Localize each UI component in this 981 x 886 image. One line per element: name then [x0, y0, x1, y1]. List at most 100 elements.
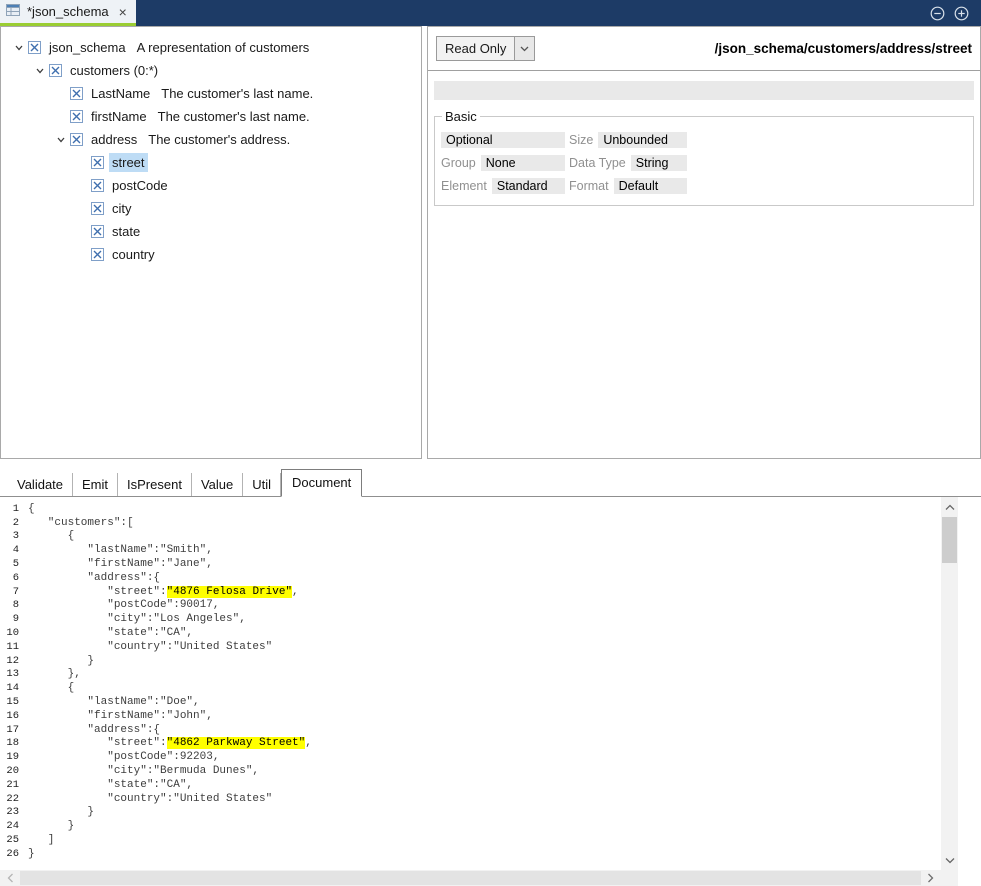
line-number: 2 [0, 517, 28, 529]
tab-document[interactable]: Document [281, 469, 362, 497]
tree-item-country[interactable]: country [1, 243, 421, 266]
code-line-19: 19 "postCode":92203, [0, 750, 941, 764]
basic-properties-group: Basic OptionalSizeUnboundedGroupNoneData… [434, 109, 974, 206]
code-text: "country":"United States" [28, 793, 272, 805]
tree-item-label: postCode [109, 176, 171, 195]
element-icon [91, 179, 104, 192]
scroll-left-icon[interactable] [2, 870, 19, 886]
scroll-right-icon[interactable] [922, 870, 939, 886]
field-label: Data Type [569, 156, 626, 170]
tree-item-label: LastName [88, 84, 153, 103]
field-value: Standard [492, 178, 565, 194]
code-text: { [28, 682, 74, 694]
tree-item-label: street [109, 153, 148, 172]
bottom-tab-bar: ValidateEmitIsPresentValueUtilDocument [0, 460, 981, 497]
element-icon [91, 202, 104, 215]
line-number: 21 [0, 779, 28, 791]
code-text: "firstName":"John", [28, 710, 213, 722]
field-optional: Optional [441, 131, 565, 148]
tab-validate[interactable]: Validate [8, 473, 73, 496]
code-line-14: 14 { [0, 681, 941, 695]
field-label: Group [441, 156, 476, 170]
tree-item-description: The customer's address. [148, 132, 290, 147]
document-editor-area: 1{2 "customers":[3 {4 "lastName":"Smith"… [0, 497, 958, 886]
chevron-expanded-icon[interactable] [30, 66, 49, 76]
tree-item-lastname[interactable]: LastNameThe customer's last name. [1, 82, 421, 105]
tree-item-postcode[interactable]: postCode [1, 174, 421, 197]
chevron-expanded-icon[interactable] [9, 43, 28, 53]
tree-item-firstname[interactable]: firstNameThe customer's last name. [1, 105, 421, 128]
mode-select[interactable]: Read Only [436, 36, 535, 61]
code-text: "street":"4862 Parkway Street", [28, 737, 312, 749]
code-editor[interactable]: 1{2 "customers":[3 {4 "lastName":"Smith"… [0, 497, 941, 870]
vertical-scrollbar-thumb[interactable] [942, 517, 957, 563]
line-number: 4 [0, 544, 28, 556]
tab-emit[interactable]: Emit [73, 473, 118, 496]
horizontal-scrollbar[interactable] [0, 870, 941, 886]
line-number: 9 [0, 613, 28, 625]
code-text: "postCode":90017, [28, 599, 219, 611]
titlebar: *json_schema × [0, 0, 981, 26]
tree-item-address[interactable]: addressThe customer's address. [1, 128, 421, 151]
line-number: 8 [0, 599, 28, 611]
basic-fields-grid: Optional Size Unbounded Group None Data Type S… [441, 131, 967, 194]
scroll-up-icon[interactable] [941, 499, 958, 515]
line-number: 7 [0, 586, 28, 598]
expand-circle-plus-icon[interactable] [954, 6, 969, 21]
code-text: } [28, 820, 74, 832]
close-tab-icon[interactable]: × [119, 4, 127, 20]
line-number: 16 [0, 710, 28, 722]
field-value: None [481, 155, 565, 171]
element-icon [49, 64, 62, 77]
code-text: "firstName":"Jane", [28, 558, 213, 570]
scroll-down-icon[interactable] [941, 852, 958, 868]
code-line-10: 10 "state":"CA", [0, 626, 941, 640]
tree-item-state[interactable]: state [1, 220, 421, 243]
tree-item-label: country [109, 245, 158, 264]
code-line-25: 25 ] [0, 833, 941, 847]
chevron-expanded-icon[interactable] [51, 135, 70, 145]
tree-item-street[interactable]: street [1, 151, 421, 174]
field-label: Size [569, 133, 593, 147]
line-number: 24 [0, 820, 28, 832]
code-line-23: 23 } [0, 806, 941, 820]
code-text: } [28, 806, 94, 818]
line-number: 13 [0, 668, 28, 680]
field-element: ElementStandard [441, 177, 565, 194]
code-text: } [28, 655, 94, 667]
code-line-20: 20 "city":"Bermuda Dunes", [0, 764, 941, 778]
code-line-15: 15 "lastName":"Doe", [0, 695, 941, 709]
tree-item-label: json_schema [46, 38, 129, 57]
tab-ispresent[interactable]: IsPresent [118, 473, 192, 496]
line-number: 11 [0, 641, 28, 653]
tab-util[interactable]: Util [243, 473, 281, 496]
code-text: { [28, 503, 35, 515]
horizontal-scrollbar-thumb[interactable] [20, 871, 921, 885]
code-text: "country":"United States" [28, 641, 272, 653]
code-text: "address":{ [28, 572, 160, 584]
document-tab[interactable]: *json_schema × [0, 0, 136, 26]
field-size: Size Unbounded [569, 131, 687, 148]
code-text: "postCode":92203, [28, 751, 219, 763]
field-format: FormatDefault [569, 177, 687, 194]
highlighted-text: "4862 Parkway Street" [167, 737, 306, 749]
line-number: 6 [0, 572, 28, 584]
code-line-3: 3 { [0, 530, 941, 544]
line-number: 17 [0, 724, 28, 736]
tree-item-city[interactable]: city [1, 197, 421, 220]
field-value: String [631, 155, 687, 171]
code-line-8: 8 "postCode":90017, [0, 599, 941, 613]
code-line-7: 7 "street":"4876 Felosa Drive", [0, 585, 941, 599]
schema-document-icon [6, 3, 21, 20]
tab-value[interactable]: Value [192, 473, 243, 496]
tree-item-customers-0[interactable]: customers (0:*) [1, 59, 421, 82]
code-line-2: 2 "customers":[ [0, 516, 941, 530]
code-line-22: 22 "country":"United States" [0, 792, 941, 806]
field-value: Unbounded [598, 132, 687, 148]
collapse-circle-minus-icon[interactable] [930, 6, 945, 21]
vertical-scrollbar[interactable] [941, 497, 958, 870]
line-number: 22 [0, 793, 28, 805]
line-number: 14 [0, 682, 28, 694]
tree-item-json_schema[interactable]: json_schemaA representation of customers [1, 36, 421, 59]
line-number: 19 [0, 751, 28, 763]
